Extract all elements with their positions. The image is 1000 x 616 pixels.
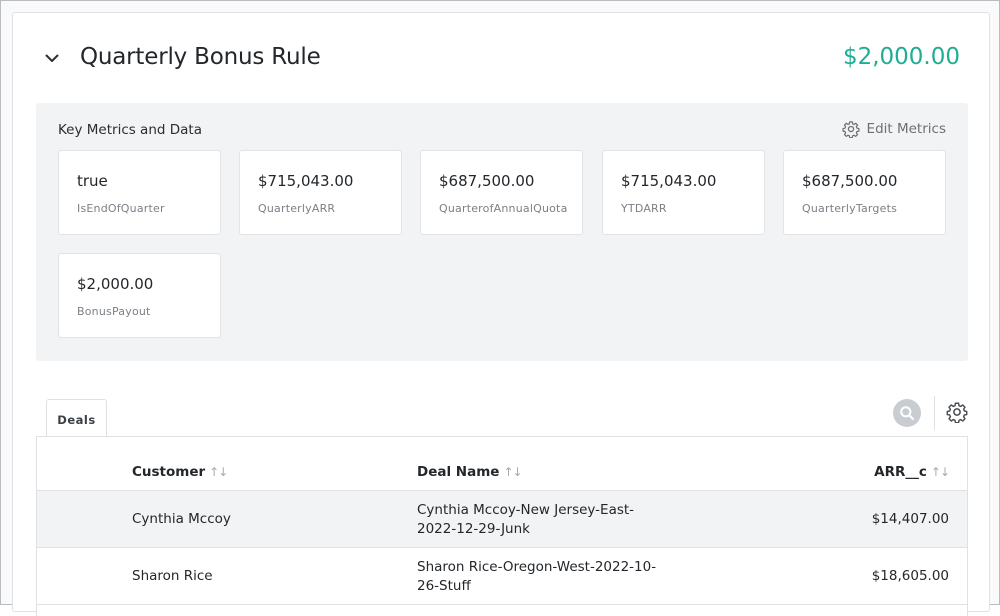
metric-card: $687,500.00 QuarterofAnnualQuota	[420, 150, 583, 235]
key-metrics-panel: Key Metrics and Data Edit Metrics true I…	[36, 103, 968, 361]
column-header-deal-name[interactable]: Deal Name ↑↓	[417, 464, 523, 480]
table-row[interactable]: Cynthia Mccoy Cynthia Mccoy-New Jersey-E…	[37, 491, 967, 548]
search-button[interactable]	[893, 399, 921, 427]
rule-card: Quarterly Bonus Rule $2,000.00 Key Metri…	[12, 12, 990, 616]
table-settings-button[interactable]	[946, 401, 968, 424]
metric-card: $715,043.00 QuarterlyARR	[239, 150, 402, 235]
tab-deals[interactable]: Deals	[46, 399, 107, 437]
metric-card: $2,000.00 BonusPayout	[58, 253, 221, 338]
table-row[interactable]: Sharon Rice Sharon Rice-Oregon-West-2022…	[37, 548, 967, 605]
gear-icon	[841, 121, 860, 138]
column-header-label: Customer	[132, 464, 206, 480]
gear-icon	[946, 402, 968, 424]
metric-value: $687,500.00	[439, 172, 535, 190]
metric-value: $715,043.00	[621, 172, 717, 190]
column-header-label: ARR__c	[874, 464, 927, 480]
metric-value: $715,043.00	[258, 172, 354, 190]
metric-label: QuarterlyTargets	[802, 202, 898, 215]
column-header-customer[interactable]: Customer ↑↓	[132, 464, 228, 480]
sort-icon: ↑↓	[930, 465, 950, 479]
deal-name-cell: Cynthia Mccoy-New Jersey-East-2022-12-29…	[417, 502, 635, 537]
deals-table: Customer ↑↓ Deal Name ↑↓ ARR__c ↑↓ Cynth…	[36, 436, 968, 616]
metric-card: true IsEndOfQuarter	[58, 150, 221, 235]
metric-card: $715,043.00 YTDARR	[602, 150, 765, 235]
window-frame: Quarterly Bonus Rule $2,000.00 Key Metri…	[0, 0, 1000, 616]
metric-card: $687,500.00 QuarterlyTargets	[783, 150, 946, 235]
deal-name-cell: Sharon Rice-Oregon-West-2022-10-26-Stuff	[417, 559, 657, 594]
arr-cell: $14,407.00	[871, 511, 949, 527]
chevron-down-icon[interactable]	[43, 49, 61, 67]
column-header-label: Deal Name	[417, 464, 500, 480]
metric-value: $2,000.00	[77, 275, 154, 293]
tab-deals-label: Deals	[57, 413, 96, 427]
table-header: Customer ↑↓ Deal Name ↑↓ ARR__c ↑↓	[37, 437, 967, 491]
rule-title: Quarterly Bonus Rule	[80, 44, 321, 70]
sort-icon: ↑↓	[503, 465, 522, 479]
rule-header: Quarterly Bonus Rule $2,000.00	[13, 13, 989, 103]
metric-value: true	[77, 172, 108, 190]
search-icon	[900, 406, 915, 421]
customer-cell: Sharon Rice	[132, 568, 213, 584]
metric-label: IsEndOfQuarter	[77, 202, 165, 215]
toolbar-divider	[934, 396, 935, 430]
metric-label: QuarterofAnnualQuota	[439, 202, 568, 215]
arr-cell: $18,605.00	[871, 568, 949, 584]
metric-label: YTDARR	[621, 202, 667, 215]
sort-icon: ↑↓	[209, 465, 228, 479]
customer-cell: Cynthia Mccoy	[132, 511, 231, 527]
metrics-title: Key Metrics and Data	[58, 122, 202, 138]
column-header-arr[interactable]: ARR__c ↑↓	[874, 464, 950, 480]
metric-label: QuarterlyARR	[258, 202, 336, 215]
edit-metrics-label: Edit Metrics	[866, 121, 946, 137]
metric-value: $687,500.00	[802, 172, 898, 190]
rule-amount: $2,000.00	[842, 44, 960, 70]
metric-label: BonusPayout	[77, 305, 151, 318]
edit-metrics-button[interactable]: Edit Metrics	[841, 120, 946, 138]
